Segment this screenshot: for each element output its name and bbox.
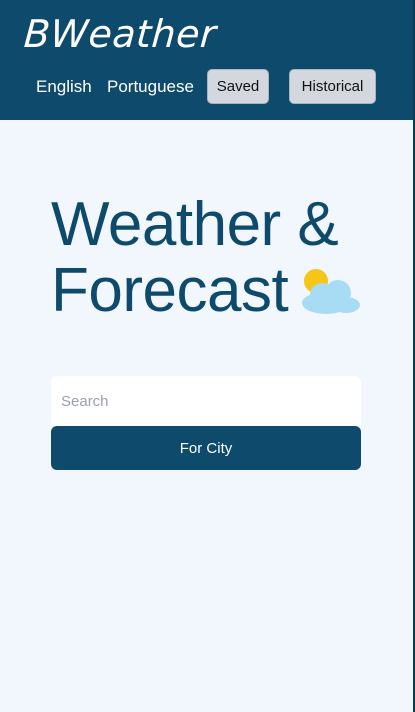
- brand-logo[interactable]: BWeather: [22, 8, 218, 60]
- page-title-line-1: Weather &: [51, 190, 339, 259]
- sun-behind-cloud-icon: [302, 269, 360, 314]
- historical-button[interactable]: Historical: [289, 69, 376, 104]
- saved-button[interactable]: Saved: [207, 69, 269, 104]
- search-for-city-button[interactable]: For City: [51, 426, 361, 470]
- top-navbar: BWeather English Portuguese Saved Histor…: [0, 0, 415, 120]
- language-english-link[interactable]: English: [36, 76, 92, 98]
- search-input[interactable]: [51, 376, 361, 426]
- language-portuguese-link[interactable]: Portuguese: [107, 76, 194, 98]
